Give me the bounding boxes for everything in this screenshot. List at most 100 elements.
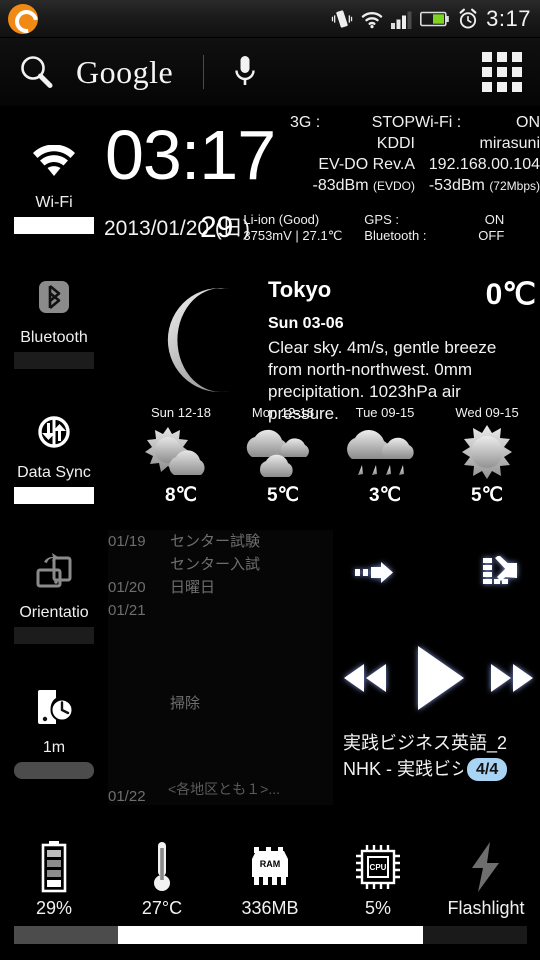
weather-city: Tokyo xyxy=(268,277,332,302)
android-status-bar[interactable]: 3:17 xyxy=(0,0,540,38)
svg-text:CPU: CPU xyxy=(370,863,387,872)
wifi-icon xyxy=(0,136,108,188)
forecast-day: Wed 09-15 xyxy=(455,405,519,420)
bottom-indicator-bars xyxy=(14,926,527,944)
calendar-event: 日曜日 xyxy=(170,579,216,596)
signal-bars-icon xyxy=(391,11,412,29)
calendar-row[interactable]: 01/19 センター試験 xyxy=(108,530,333,553)
battery-voltage-temp: 3753mV | 27.1℃ xyxy=(243,228,343,243)
rewind-icon[interactable] xyxy=(341,661,389,695)
status-icons: 3:17 xyxy=(331,6,540,32)
mobile-state: STOP xyxy=(371,114,415,131)
calendar-event: 掃除 xyxy=(170,695,201,712)
sidebar-state-indicator xyxy=(14,762,94,779)
weather-widget[interactable]: Tokyo 0℃ Sun 03-06 Clear sky. 4m/s, gent… xyxy=(130,265,540,423)
forecast-day: Sun 12-18 xyxy=(151,405,211,420)
media-queue-badge: 4/4 xyxy=(467,757,508,781)
calendar-row[interactable]: 01/20 日曜日 xyxy=(108,576,333,599)
calendar-more-text[interactable]: <各地区とも１>... xyxy=(168,778,280,801)
bottom-item-label: 5% xyxy=(364,898,391,918)
calendar-date: 01/20 xyxy=(108,579,146,596)
rain-icon xyxy=(334,422,436,482)
sidebar-state-indicator xyxy=(14,487,94,504)
battery-detail: Li-ion (Good) 3753mV | 27.1℃ xyxy=(243,212,342,244)
calendar-date-empty xyxy=(108,692,170,715)
bottom-item-battery[interactable]: 29% xyxy=(0,836,108,919)
crescent-moon-icon xyxy=(167,288,230,392)
clock-network-widget[interactable]: 03:17 2013/01/20 (日) 3G : STOP Wi-Fi : O… xyxy=(95,112,540,252)
wifi-label: Wi-Fi : xyxy=(415,114,462,131)
data-sync-icon xyxy=(0,406,108,458)
bottom-item-cpu[interactable]: CPU 5% xyxy=(324,836,432,919)
weather-forecast-row[interactable]: Sun 12-18 8℃ Mon 12-18 5℃ Tue 09-15 3℃ W… xyxy=(130,405,540,525)
forecast-temp: 5℃ xyxy=(267,485,299,506)
forecast-day: Mon 12-18 xyxy=(251,405,315,420)
signal-row: -83dBm (EVDO) -53dBm (72Mbps) xyxy=(290,175,540,197)
calendar-widget[interactable]: 01/19 センター試験 センター入試 01/20 日曜日 01/21 掃除 0… xyxy=(108,530,333,805)
carrier-name: KDDI xyxy=(376,135,415,152)
bluetooth-value: OFF xyxy=(478,228,505,243)
bottom-item-label: Flashlight xyxy=(447,898,525,918)
sidebar-item-label: 1m xyxy=(42,739,66,756)
bottom-item-flashlight[interactable]: Flashlight xyxy=(432,836,540,919)
media-track-artist: NHK - 実践ビジ xyxy=(343,759,463,779)
fast-forward-icon[interactable] xyxy=(488,661,536,695)
wifi-rssi: -53dBm xyxy=(428,177,485,194)
sidebar-item-bluetooth[interactable]: Bluetooth xyxy=(0,271,108,369)
calendar-event: センター試験 xyxy=(170,533,261,550)
cloudy-icon xyxy=(232,422,334,482)
microphone-icon[interactable] xyxy=(232,53,258,91)
sidebar-item-label: Wi-Fi xyxy=(35,194,73,211)
forecast-item[interactable]: Sun 12-18 8℃ xyxy=(130,405,232,525)
vibrate-icon xyxy=(331,9,353,28)
media-track-info[interactable]: 実践ビジネス英語_2 NHK - 実践ビジ 4/4 xyxy=(343,730,540,782)
media-track-title: 実践ビジネス英語_2 xyxy=(343,733,508,753)
forecast-item[interactable]: Wed 09-15 5℃ xyxy=(436,405,538,525)
forecast-temp: 3℃ xyxy=(369,485,401,506)
quick-toggle-sidebar: Wi-Fi Bluetooth Data Sync Orientatio 1m xyxy=(0,106,108,836)
shuffle-off-icon[interactable] xyxy=(483,556,523,590)
screen-timeout-icon xyxy=(0,681,108,733)
calendar-row[interactable]: センター入試 xyxy=(108,553,333,576)
sidebar-item-label: Bluetooth xyxy=(20,329,88,346)
play-icon[interactable] xyxy=(410,643,468,713)
ram-chip-icon: RAM xyxy=(216,836,324,898)
google-search-widget[interactable]: Google xyxy=(0,38,540,106)
sidebar-item-wifi[interactable]: Wi-Fi xyxy=(0,136,108,234)
mobile-tech: EV-DO Rev.A xyxy=(318,156,415,173)
forecast-item[interactable]: Tue 09-15 3℃ xyxy=(334,405,436,525)
forecast-item[interactable]: Mon 12-18 5℃ xyxy=(232,405,334,525)
battery-bar xyxy=(14,926,118,944)
alarm-clock-icon xyxy=(459,8,477,28)
flashlight-icon xyxy=(432,836,540,898)
gps-value: ON xyxy=(484,212,505,227)
sidebar-item-screen-timeout[interactable]: 1m xyxy=(0,681,108,779)
launcher-logo-icon[interactable] xyxy=(8,3,38,34)
app-drawer-icon[interactable] xyxy=(482,52,522,92)
sidebar-state-indicator xyxy=(14,352,94,369)
network-row: KDDI mirasuni xyxy=(290,133,540,154)
calendar-row[interactable]: 掃除 xyxy=(108,692,333,715)
sidebar-item-orientation[interactable]: Orientatio xyxy=(0,546,108,644)
battery-icon xyxy=(0,836,108,898)
bluetooth-icon xyxy=(0,271,108,323)
calendar-date: 01/21 xyxy=(108,602,146,619)
calendar-spacer xyxy=(108,715,333,785)
battery-health: Li-ion (Good) xyxy=(243,212,320,227)
media-player-widget[interactable]: 実践ビジネス英語_2 NHK - 実践ビジ 4/4 xyxy=(335,548,540,798)
calendar-row[interactable]: 01/21 xyxy=(108,599,333,622)
bottom-item-label: 27°C xyxy=(141,898,183,918)
bottom-item-ram[interactable]: RAM 336MB xyxy=(216,836,324,919)
sidebar-item-label: Data Sync xyxy=(17,464,91,481)
bluetooth-label: Bluetooth : xyxy=(364,228,427,243)
home-screen: 3:17 Google Wi-Fi Bluetooth Data Sync Or… xyxy=(0,0,540,960)
battery-info-block: 29 Li-ion (Good) 3753mV | 27.1℃ GPS : ON… xyxy=(200,212,540,244)
search-icon[interactable] xyxy=(16,52,56,92)
mobile-rssi-unit: (EVDO) xyxy=(373,179,415,193)
battery-percent: 29 xyxy=(200,211,234,244)
forecast-temp: 5℃ xyxy=(471,485,503,506)
repeat-off-icon[interactable] xyxy=(353,561,395,585)
battery-icon xyxy=(420,11,449,26)
sidebar-item-data-sync[interactable]: Data Sync xyxy=(0,406,108,504)
bottom-item-temperature[interactable]: 27°C xyxy=(108,836,216,919)
